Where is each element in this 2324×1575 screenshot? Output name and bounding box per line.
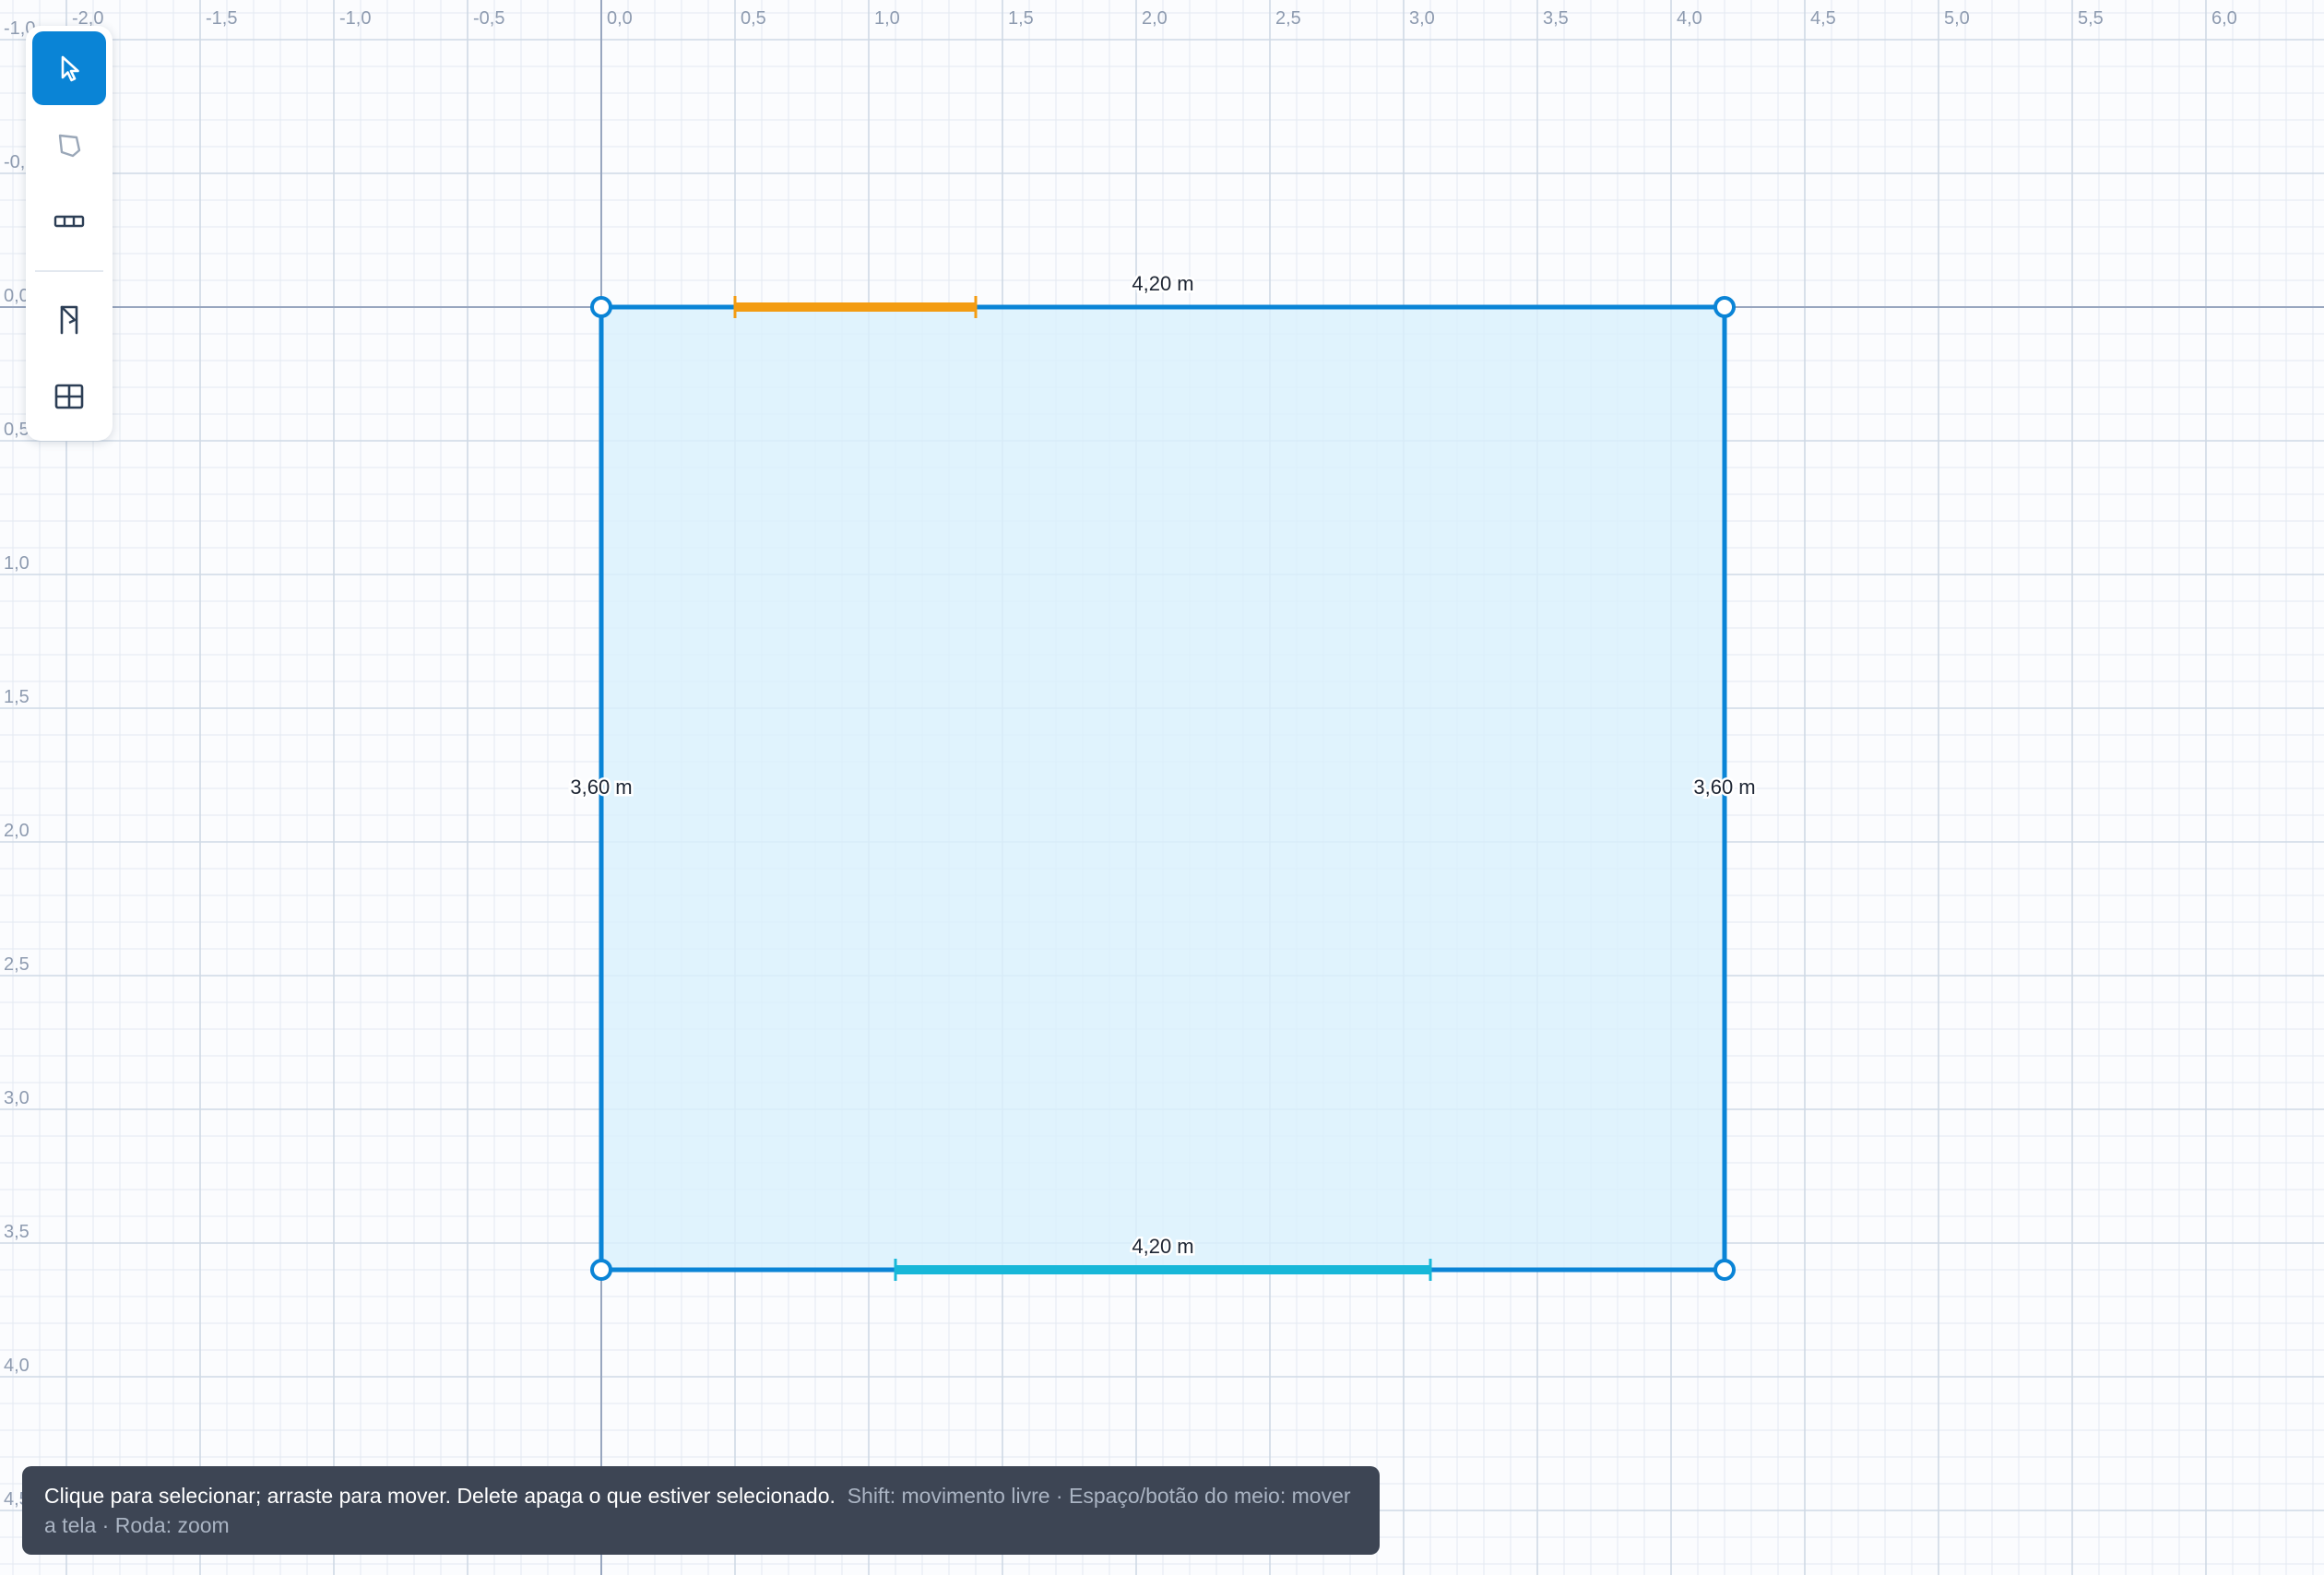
x-tick-label: 4,5: [1810, 8, 1836, 29]
polygon-tool-button[interactable]: [32, 108, 106, 182]
status-bar: Clique para selecionar; arraste para mov…: [22, 1466, 1380, 1555]
cursor-icon: [61, 55, 79, 82]
dimension-label-right: 3,60 m: [1693, 776, 1755, 799]
dimension-label-top: 4,20 m: [1132, 272, 1193, 295]
room-floor[interactable]: [601, 307, 1725, 1270]
x-tick-label: 5,0: [1944, 8, 1970, 29]
y-tick-label: 2,0: [4, 821, 30, 841]
x-tick-label: -0,5: [473, 8, 504, 29]
room-shape[interactable]: [590, 296, 1736, 1281]
corner-handle-top-left[interactable]: [590, 296, 612, 318]
x-tick-label: 2,0: [1142, 8, 1168, 29]
dimension-label-bottom: 4,20 m: [1132, 1235, 1193, 1258]
status-instructions: Clique para selecionar; arraste para mov…: [44, 1484, 836, 1508]
x-tick-label: 4,0: [1677, 8, 1702, 29]
window-icon: [54, 384, 84, 409]
y-tick-label: 3,0: [4, 1088, 30, 1108]
y-tick-label: 1,0: [4, 553, 30, 574]
y-tick-label: 1,5: [4, 687, 30, 707]
wall-icon: [53, 215, 85, 228]
dimension-label-left: 3,60 m: [570, 776, 632, 799]
polygon-icon: [58, 134, 81, 158]
drawing-canvas[interactable]: -2,0 -1,5 -1,0 -0,5 0,0 0,5 1,0 1,5 2,0 2,5 3,0 3,5…: [0, 0, 2324, 1575]
corner-handle-top-right[interactable]: [1713, 296, 1736, 318]
select-tool-button[interactable]: [32, 31, 106, 105]
toolbar-divider: [35, 270, 103, 272]
x-tick-label: 0,0: [607, 8, 633, 29]
x-tick-label: -1,0: [339, 8, 371, 29]
y-tick-label: 2,5: [4, 954, 30, 975]
x-tick-label: 5,5: [2078, 8, 2104, 29]
corner-handle-bottom-right[interactable]: [1713, 1259, 1736, 1281]
x-tick-label: -1,5: [206, 8, 237, 29]
door-tool-button[interactable]: [32, 283, 106, 357]
y-tick-label: 4,0: [4, 1356, 30, 1376]
x-axis-ruler: -2,0 -1,5 -1,0 -0,5 0,0 0,5 1,0 1,5 2,0 2,5 3,0 3,5…: [72, 8, 2237, 29]
x-tick-label: 1,5: [1008, 8, 1034, 29]
x-tick-label: 3,5: [1543, 8, 1569, 29]
x-tick-label: 6,0: [2211, 8, 2237, 29]
door-icon: [60, 305, 78, 335]
corner-handle-bottom-left[interactable]: [590, 1259, 612, 1281]
x-tick-label: 3,0: [1409, 8, 1435, 29]
window-tool-button[interactable]: [32, 360, 106, 433]
x-tick-label: 2,5: [1275, 8, 1301, 29]
tool-palette: [26, 26, 113, 441]
wall-tool-button[interactable]: [32, 184, 106, 258]
y-tick-label: 3,5: [4, 1222, 30, 1242]
x-tick-label: 1,0: [874, 8, 900, 29]
x-tick-label: 0,5: [741, 8, 766, 29]
